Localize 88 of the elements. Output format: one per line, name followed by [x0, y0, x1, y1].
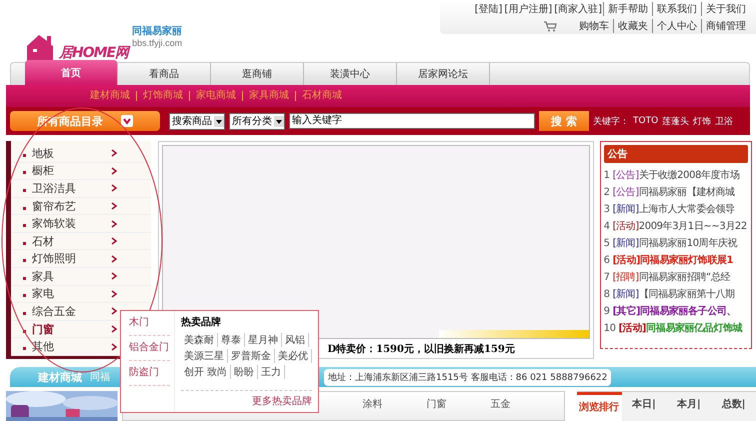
notice-link[interactable]: 同福易家丽亿品灯饰城 — [646, 323, 742, 334]
user-link[interactable]: 收藏夹 — [613, 19, 652, 33]
product-tab[interactable]: 五金 — [490, 397, 511, 411]
ranking-tab[interactable]: 总数| — [711, 392, 756, 421]
info-link[interactable]: 新手帮助 — [603, 2, 652, 16]
category-item[interactable]: 卫浴洁具 — [11, 180, 152, 198]
search-field[interactable]: 输入关键字 — [289, 113, 535, 129]
notice-number: 3 — [604, 204, 610, 215]
ranking-tab[interactable]: 浏览排行 — [576, 392, 622, 421]
category-item[interactable]: 灯饰照明 — [11, 250, 152, 268]
notice-number: 1 — [604, 170, 610, 181]
banner-text: 同福 — [90, 370, 110, 384]
category-item[interactable]: 橱柜 — [11, 162, 152, 180]
notice-tag[interactable]: [活动] — [612, 255, 640, 266]
info-link[interactable]: 联系我们 — [652, 2, 701, 16]
account-link[interactable]: [用户注册] — [503, 2, 554, 16]
brand-link[interactable]: 风铝 — [282, 333, 309, 347]
category-item[interactable]: 家饰软装 — [11, 215, 152, 233]
user-link[interactable]: 个人中心 — [652, 19, 701, 33]
more-brands-link[interactable]: 更多热卖品牌 — [181, 390, 312, 408]
keyword-link[interactable]: 莲蓬头 — [662, 114, 690, 128]
brand-link[interactable]: 罗普斯金 — [228, 349, 275, 363]
promo-text: D特卖价：1590元，以旧换新再减159元 — [327, 342, 516, 357]
ranking-tab[interactable]: 本日| — [622, 392, 666, 421]
notice-number: 9 — [604, 306, 610, 317]
keyword-link[interactable]: TOTO — [633, 116, 658, 126]
brand-link[interactable]: 美源三星 — [181, 349, 228, 363]
notice-tag[interactable]: [活动] — [618, 323, 646, 334]
door-type-link[interactable]: 木门 — [129, 311, 170, 336]
notice-number: 6 — [604, 255, 610, 266]
notice-tag[interactable]: [新闻] — [612, 204, 639, 215]
category-item[interactable]: 窗帘布艺 — [11, 198, 152, 216]
logo-wordmark: 居HOME网 — [59, 44, 128, 62]
notice-tag[interactable]: [活动] — [612, 221, 639, 232]
account-link[interactable]: [商家入驻] — [553, 2, 603, 16]
product-tab[interactable]: 门窗 — [426, 397, 447, 411]
logo-name: 同福易家丽 — [132, 24, 182, 38]
notice-link[interactable]: 同福易家丽各子公司、 — [640, 306, 736, 317]
ranking-tab[interactable]: 本月| — [666, 392, 712, 421]
address-text: 地址：上海浦东新区浦三路1515号 客服电话：86 021 5888796622 — [324, 368, 612, 386]
scope-select[interactable]: 搜索商品 — [169, 112, 225, 130]
info-link[interactable]: 关于我们 — [701, 2, 750, 16]
notice-number: 7 — [604, 272, 610, 283]
brand-link[interactable]: 星月神 — [245, 333, 282, 347]
notice-tag[interactable]: [其它] — [612, 306, 640, 317]
user-link[interactable]: 商铺管理 — [701, 19, 750, 33]
notice-number: 5 — [604, 238, 610, 249]
notice-link[interactable]: 2009年3月1日~~3月22 — [638, 221, 747, 232]
notice-tag[interactable]: [招聘] — [612, 272, 639, 283]
notice-link[interactable]: 同福易家丽灯饰联展1 — [640, 255, 734, 266]
notice-link[interactable]: 【同福易家丽第十八期 — [638, 289, 735, 300]
account-link[interactable]: [登陆] — [474, 2, 504, 16]
notice-tag[interactable]: [新闻] — [612, 238, 639, 249]
brand-link[interactable]: 盼盼 — [231, 365, 258, 379]
category-select[interactable]: 所有分类 — [229, 112, 285, 130]
notice-link[interactable]: 同福易家丽招聘“总经 — [638, 272, 730, 283]
brands-heading: 热卖品牌 — [181, 316, 222, 329]
notice-number: 2 — [604, 187, 610, 198]
brand-link[interactable]: 王力 — [258, 365, 286, 379]
category-item[interactable]: 石材 — [11, 232, 152, 250]
door-type-link[interactable]: 防盗门 — [129, 361, 170, 386]
brand-link[interactable]: 创开 致尚 — [181, 365, 232, 379]
keywords-label: 关键字： — [593, 116, 629, 128]
notice-number: 4 — [604, 221, 610, 232]
notice-link[interactable]: 同福易家丽【建材商城 — [638, 187, 735, 198]
door-type-link[interactable]: 铝合金门 — [129, 336, 170, 361]
banner-title: 建材商城 — [38, 370, 82, 384]
notice-title: 公告 — [604, 145, 748, 163]
keyword-link[interactable]: 灯饰 — [693, 114, 712, 128]
product-tab[interactable]: 涂料 — [362, 397, 383, 411]
user-link[interactable]: 购物车 — [575, 19, 613, 33]
notice-link[interactable]: 上海市人大常委会领导 — [638, 204, 735, 215]
brand-link[interactable]: 尊泰 — [218, 333, 245, 347]
logo-url: bbs.tfyji.com — [132, 38, 182, 48]
brand-link[interactable]: 美森耐 — [181, 333, 218, 347]
category-item[interactable]: 家具 — [11, 268, 152, 286]
notice-number: 8 — [604, 289, 610, 300]
main-tab[interactable]: 首页 — [25, 60, 118, 85]
notice-number: 10 — [604, 323, 616, 334]
notice-tag[interactable]: [公告] — [612, 187, 639, 198]
notice-link[interactable]: 关于收缴2008年度市场 — [638, 170, 740, 181]
notice-tag[interactable]: [新闻] — [612, 289, 639, 300]
brand-link[interactable]: 美必优 — [275, 349, 312, 363]
notice-tag[interactable]: [公告] — [612, 170, 639, 181]
keyword-link[interactable]: 卫浴 — [715, 114, 734, 128]
notice-link[interactable]: 同福易家丽10周年庆祝 — [638, 238, 738, 249]
category-item[interactable]: 家电 — [11, 286, 152, 304]
category-item[interactable]: 地板 — [11, 145, 152, 163]
